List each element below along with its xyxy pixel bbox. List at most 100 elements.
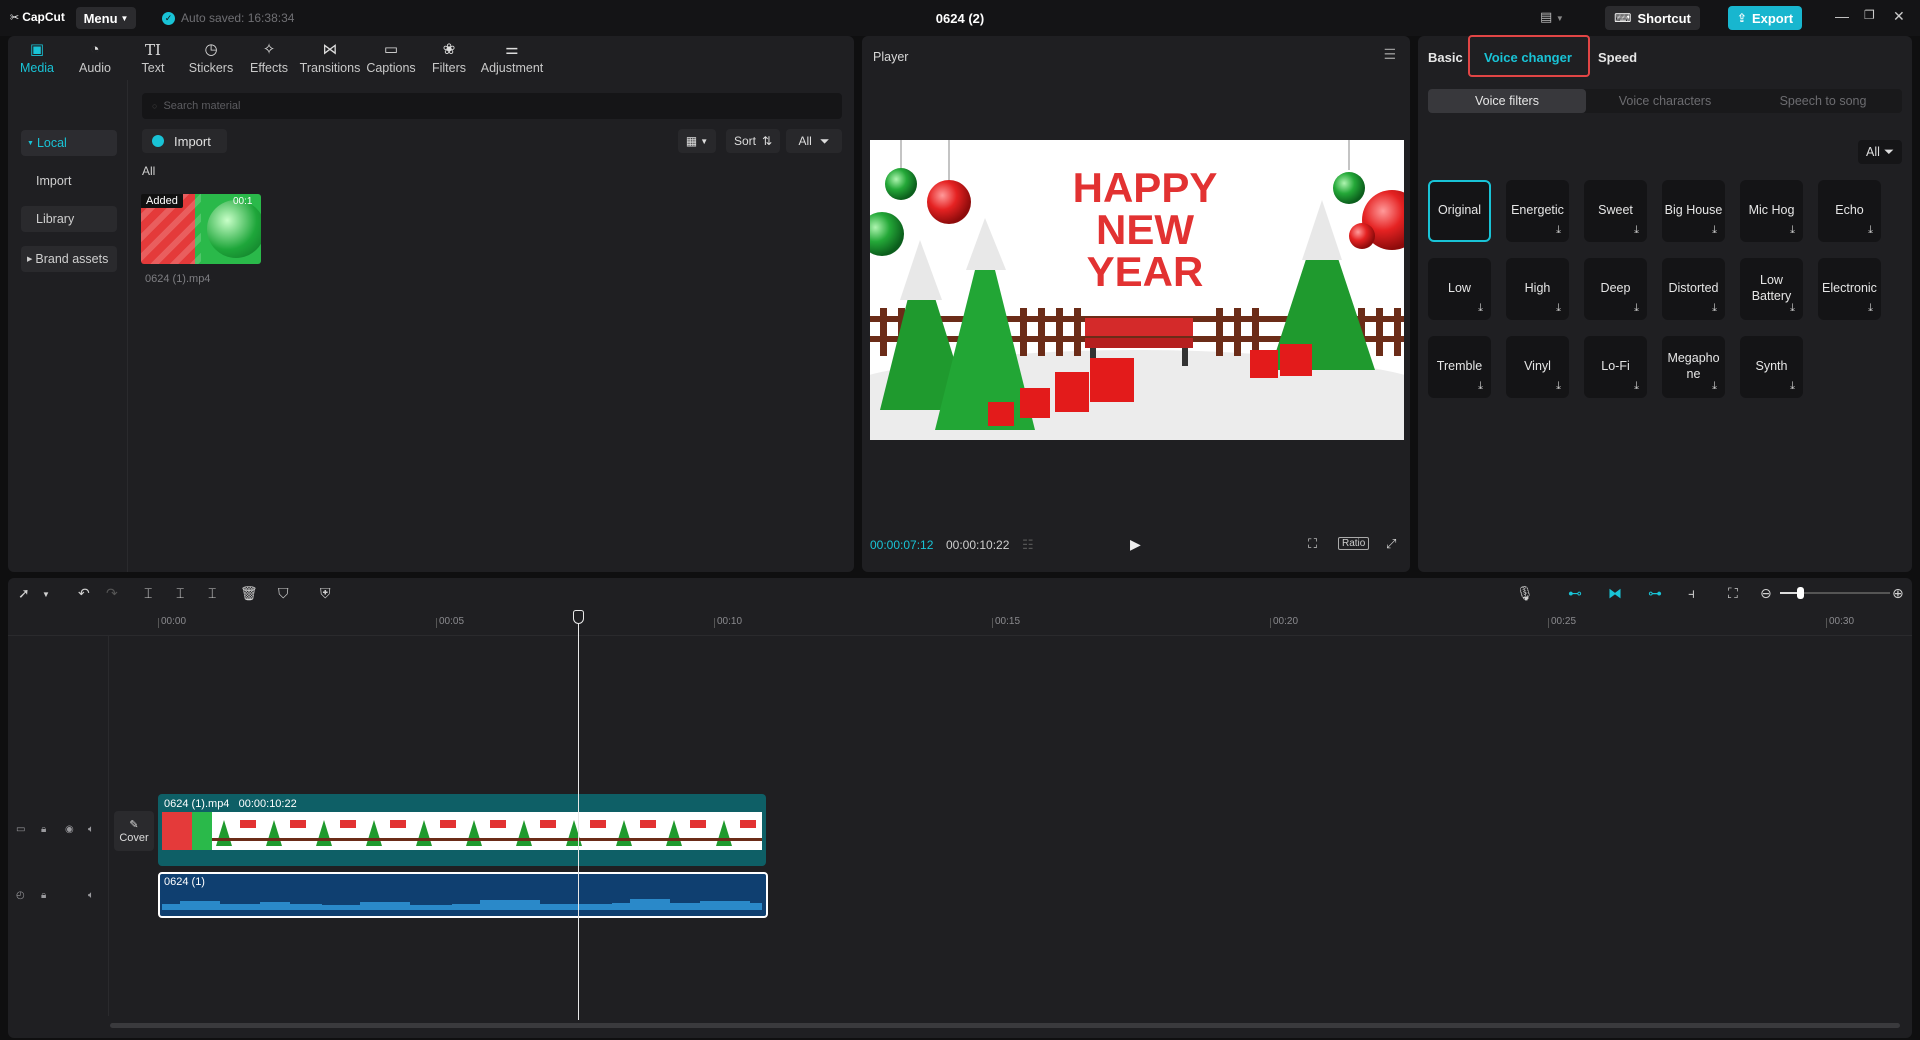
voice-filter-card[interactable]: Low Battery ⤓ (1740, 258, 1803, 320)
tab-media[interactable]: ▣ Media (8, 36, 66, 80)
search-input[interactable]: ○ Search material (142, 93, 842, 119)
timeline-scrollbar[interactable] (110, 1023, 1900, 1028)
menu-button[interactable]: Menu ▼ (76, 7, 136, 29)
close-icon[interactable]: ✕ (1893, 8, 1905, 25)
voice-filter-card[interactable]: Original (1428, 180, 1491, 242)
sidebar-item-local[interactable]: ▼ Local (21, 130, 117, 156)
auto-snap-icon[interactable]: ⧓ (1608, 585, 1622, 602)
timecode-list-icon[interactable]: ☷ (1022, 537, 1034, 553)
split-left-icon[interactable]: ⌶ (176, 585, 184, 602)
ruler-label: 00:25 (1551, 616, 1577, 627)
lock-icon[interactable]: 🔒︎ (41, 890, 46, 901)
voice-filter-card[interactable]: Mic Hog ⤓ (1740, 180, 1803, 242)
tab-speed[interactable]: Speed (1598, 50, 1637, 65)
voice-filter-card[interactable]: Synth ⤓ (1740, 336, 1803, 398)
search-icon: ○ (152, 101, 158, 111)
microphone-icon[interactable]: 🎙 (1516, 585, 1534, 602)
linkage-icon[interactable]: ⊶ (1648, 585, 1662, 602)
thumbnail-ornament (207, 200, 261, 258)
playhead-handle[interactable] (573, 610, 584, 624)
shortcut-label: Shortcut (1637, 10, 1691, 26)
tab-adjustment[interactable]: ⚌ Adjustment (478, 36, 546, 80)
lock-icon[interactable]: 🔒︎ (41, 824, 46, 835)
chevron-down-icon[interactable]: ▼ (42, 590, 50, 599)
timeline-ruler[interactable] (8, 612, 1912, 636)
tab-captions[interactable]: ▭ Captions (362, 36, 420, 80)
voice-filter-card[interactable]: Distorted ⤓ (1662, 258, 1725, 320)
redo-icon[interactable]: ↷ (106, 585, 118, 602)
tab-effects[interactable]: ✧ Effects (240, 36, 298, 80)
video-clip[interactable]: 0624 (1).mp4 00:00:10:22 (158, 794, 766, 866)
ruler-label: 00:00 (161, 616, 187, 627)
voice-filter-card[interactable]: Low ⤓ (1428, 258, 1491, 320)
main-track-magnet-icon[interactable]: ⊷ (1568, 585, 1582, 602)
ratio-button[interactable]: Ratio (1338, 537, 1370, 550)
shortcut-button[interactable]: ⌨ Shortcut (1605, 6, 1700, 30)
preview-axis-icon[interactable]: ⫞ (1688, 585, 1695, 602)
filter-all-button[interactable]: All ⏷ (786, 129, 842, 153)
cover-button[interactable]: ✎ Cover (114, 811, 154, 851)
fullscreen-icon[interactable]: ⤢ (1386, 536, 1396, 552)
speaker-icon[interactable]: 🔈︎ (88, 824, 94, 835)
voice-filter-card[interactable]: Sweet ⤓ (1584, 180, 1647, 242)
hamburger-menu-icon[interactable]: ☰ (1383, 46, 1396, 63)
delete-icon[interactable]: 🗑 (240, 585, 258, 602)
voice-filter-card[interactable]: Vinyl ⤓ (1506, 336, 1569, 398)
layout-icon[interactable]: ▤ ▼ (1540, 9, 1564, 25)
voice-filter-label: Deep (1600, 281, 1631, 296)
sidebar-item-import[interactable]: Import (21, 168, 117, 194)
voice-filter-card[interactable]: Echo ⤓ (1818, 180, 1881, 242)
zoom-slider[interactable] (1780, 587, 1890, 599)
voice-filter-all-button[interactable]: All ⏷ (1858, 140, 1902, 164)
tab-text[interactable]: TI Text (124, 36, 182, 80)
voice-filter-label: Sweet (1598, 203, 1633, 218)
subtab-voice-filters[interactable]: Voice filters (1428, 89, 1586, 113)
sidebar-item-library[interactable]: Library (21, 206, 117, 232)
voice-filter-card[interactable]: Big House ⤓ (1662, 180, 1725, 242)
voice-filter-card[interactable]: Electronic ⤓ (1818, 258, 1881, 320)
voice-filter-card[interactable]: Deep ⤓ (1584, 258, 1647, 320)
timeline-panel: ➚ ▼ ↶ ↷ ⌶ ⌶ ⌶ 🗑 ⛉ ⛨ 🎙 ⊷ ⧓ ⊶ ⫞ ⛶ ⊖ ⊕ 00:0… (8, 578, 1912, 1038)
playhead[interactable] (578, 614, 579, 1020)
fit-frame-icon[interactable]: ⛶ (1308, 536, 1317, 552)
tab-filters-label: Filters (431, 61, 467, 75)
subtab-speech-to-song[interactable]: Speech to song (1744, 89, 1902, 113)
tab-basic[interactable]: Basic (1428, 50, 1463, 65)
sort-button[interactable]: Sort ⇅ (726, 129, 780, 153)
voice-filter-card[interactable]: Lo-Fi ⤓ (1584, 336, 1647, 398)
ruler-label: 00:15 (995, 616, 1021, 627)
voice-filter-card[interactable]: High ⤓ (1506, 258, 1569, 320)
split-right-icon[interactable]: ⌶ (208, 585, 216, 602)
shield-icon[interactable]: ⛨ (320, 585, 331, 602)
restore-icon[interactable]: ❐ (1864, 8, 1875, 22)
speaker-icon[interactable]: 🔈︎ (88, 890, 94, 901)
tab-filters[interactable]: ❀ Filters (420, 36, 478, 80)
zoom-in-icon[interactable]: ⊕ (1892, 585, 1904, 602)
split-icon[interactable]: ⌶ (144, 585, 152, 602)
tab-audio[interactable]: ◔ Audio (66, 36, 124, 80)
tab-stickers[interactable]: ◷ Stickers (182, 36, 240, 80)
marker-icon[interactable]: ⛉ (278, 585, 289, 602)
video-preview[interactable]: HAPPY NEW YEAR (870, 140, 1404, 440)
adjustment-icon: ⚌ (505, 41, 519, 58)
export-button[interactable]: ⇪ Export (1728, 6, 1802, 30)
voice-filter-card[interactable]: Energetic ⤓ (1506, 180, 1569, 242)
sidebar-item-brand-assets[interactable]: ▶ Brand assets (21, 246, 117, 272)
select-cursor-icon[interactable]: ➚ (18, 585, 30, 602)
undo-icon[interactable]: ↶ (78, 585, 90, 602)
video-filmstrip (162, 812, 762, 850)
zoom-out-icon[interactable]: ⊖ (1760, 585, 1772, 602)
zoom-slider-handle[interactable] (1797, 587, 1804, 599)
voice-filter-card[interactable]: Tremble ⤓ (1428, 336, 1491, 398)
sticker-icon: ◷ (204, 41, 218, 58)
play-icon[interactable]: ▶ (1130, 536, 1141, 553)
view-grid-button[interactable]: ▦ ▼ (678, 129, 716, 153)
fit-timeline-icon[interactable]: ⛶ (1728, 585, 1738, 602)
eye-icon[interactable]: ◉ (65, 824, 74, 835)
audio-clip[interactable]: 0624 (1) (158, 872, 768, 918)
minimize-icon[interactable]: — (1835, 8, 1849, 24)
tab-transitions[interactable]: ⋈ Transitions (298, 36, 362, 80)
voice-filter-card[interactable]: Megaphone ⤓ (1662, 336, 1725, 398)
import-button[interactable]: Import (142, 129, 227, 153)
subtab-voice-characters[interactable]: Voice characters (1586, 89, 1744, 113)
